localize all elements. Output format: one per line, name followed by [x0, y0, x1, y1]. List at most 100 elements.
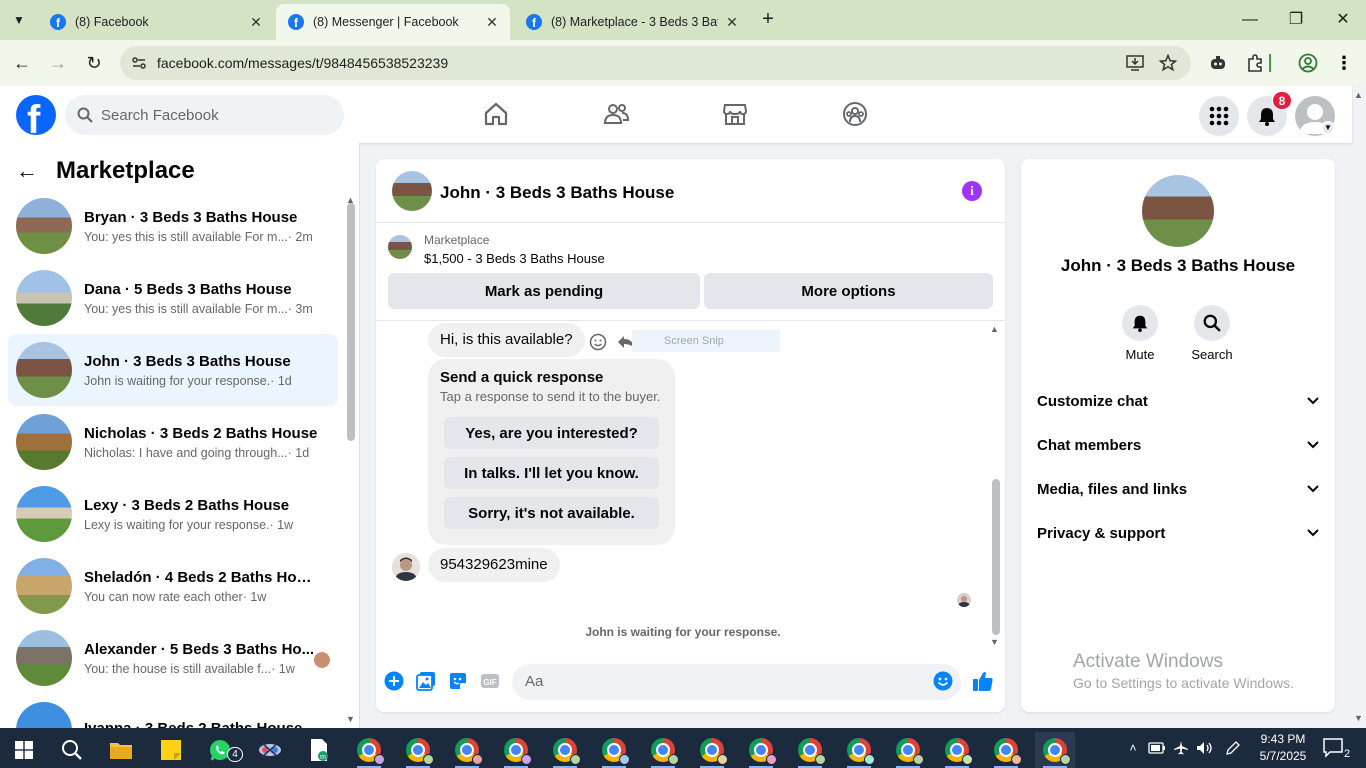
- battery-icon[interactable]: [1147, 738, 1167, 758]
- chrome-profile-icon[interactable]: [790, 732, 830, 768]
- restore-icon[interactable]: ❐: [1285, 8, 1307, 32]
- photo-icon[interactable]: [415, 670, 437, 692]
- sticker-icon[interactable]: [447, 670, 469, 692]
- menu-grid-icon[interactable]: [1199, 96, 1239, 136]
- chrome-profile-icon[interactable]: [643, 732, 683, 768]
- site-settings-icon[interactable]: [128, 52, 150, 74]
- scroll-down-arrow-icon[interactable]: ▼: [346, 714, 355, 724]
- copilot-icon[interactable]: [1207, 52, 1229, 74]
- quick-response-not-available-button[interactable]: Sorry, it's not available.: [444, 497, 659, 529]
- chat-avatar[interactable]: [392, 171, 432, 211]
- conversation-item[interactable]: Sheladón · 4 Beds 2 Baths House You can …: [8, 550, 338, 622]
- chrome-profile-icon[interactable]: [692, 732, 732, 768]
- media-files-links-row[interactable]: Media, files and links: [1037, 469, 1319, 509]
- conversation-item[interactable]: Lexy · 3 Beds 2 Baths House Lexy is wait…: [8, 478, 338, 550]
- sticky-notes-icon[interactable]: [151, 732, 191, 768]
- conversation-item-selected[interactable]: John · 3 Beds 3 Baths House John is wait…: [8, 334, 338, 406]
- chrome-profile-icon[interactable]: [937, 732, 977, 768]
- document-app-icon[interactable]: m: [299, 732, 339, 768]
- chat-members-row[interactable]: Chat members: [1037, 425, 1319, 465]
- chat-title[interactable]: John · 3 Beds 3 Baths House: [440, 183, 674, 203]
- emoji-smile-icon[interactable]: [932, 670, 954, 692]
- chrome-profile-icon[interactable]: [545, 732, 585, 768]
- privacy-support-row[interactable]: Privacy & support: [1037, 513, 1319, 553]
- conversation-item[interactable]: Nicholas · 3 Beds 2 Baths House Nicholas…: [8, 406, 338, 478]
- search-conversation-button[interactable]: Search: [1177, 305, 1247, 362]
- react-emoji-icon[interactable]: [588, 332, 608, 352]
- close-tab-icon[interactable]: ✕: [724, 14, 740, 31]
- tab-facebook[interactable]: f (8) Facebook ✕: [38, 4, 274, 40]
- show-hidden-icons-chevron-up-icon[interactable]: ˄: [1123, 738, 1143, 758]
- conversation-list-scrollbar[interactable]: [347, 203, 355, 441]
- info-icon[interactable]: i: [962, 181, 982, 201]
- chrome-profile-icon[interactable]: [986, 732, 1026, 768]
- file-explorer-icon[interactable]: [101, 732, 141, 768]
- address-bar[interactable]: facebook.com/messages/t/9848456538523239: [120, 46, 1191, 80]
- chrome-active-window-icon[interactable]: [1035, 732, 1075, 768]
- listing-title[interactable]: $1,500 - 3 Beds 3 Baths House: [424, 251, 605, 266]
- groups-icon[interactable]: [841, 100, 869, 128]
- facebook-logo[interactable]: f: [16, 95, 56, 135]
- close-tab-icon[interactable]: ✕: [248, 14, 264, 31]
- home-icon[interactable]: [482, 100, 510, 128]
- forward-arrow-icon[interactable]: →: [46, 51, 70, 75]
- reload-icon[interactable]: ↻: [82, 51, 106, 75]
- page-scroll-up-arrow-icon[interactable]: ▲: [1354, 90, 1363, 100]
- chrome-profile-icon[interactable]: [349, 732, 389, 768]
- install-app-icon[interactable]: [1125, 53, 1145, 73]
- new-tab-plus-icon[interactable]: +: [757, 8, 779, 32]
- conversation-item[interactable]: Bryan · 3 Beds 3 Baths House You: yes th…: [8, 190, 338, 262]
- conversation-item[interactable]: Ivanna · 3 Beds 2 Baths House: [8, 694, 338, 728]
- windows-start-icon[interactable]: [4, 732, 44, 768]
- tab-marketplace[interactable]: f (8) Marketplace - 3 Beds 3 Bath ✕: [514, 4, 750, 40]
- extensions-puzzle-icon[interactable]: [1244, 52, 1266, 74]
- more-options-button[interactable]: More options: [704, 273, 993, 309]
- conversation-item[interactable]: Alexander · 5 Beds 3 Baths Ho... You: th…: [8, 622, 338, 694]
- mute-button[interactable]: Mute: [1105, 305, 1175, 362]
- snipping-tool-icon[interactable]: [250, 732, 290, 768]
- contact-avatar[interactable]: [1142, 175, 1214, 247]
- tab-messenger[interactable]: f (8) Messenger | Facebook ✕: [276, 4, 510, 40]
- listing-thumbnail[interactable]: [388, 235, 412, 259]
- scroll-up-arrow-icon[interactable]: ▲: [990, 324, 999, 334]
- incoming-message-bubble[interactable]: Hi, is this available?: [428, 323, 585, 357]
- back-arrow-icon[interactable]: ←: [10, 51, 34, 75]
- chrome-profile-icon[interactable]: [594, 732, 634, 768]
- close-window-icon[interactable]: ✕: [1332, 8, 1354, 32]
- message-thread-scrollbar[interactable]: [992, 479, 1000, 635]
- profile-icon[interactable]: [1297, 52, 1319, 74]
- facebook-search-input[interactable]: Search Facebook: [65, 95, 344, 135]
- quick-response-yes-button[interactable]: Yes, are you interested?: [444, 417, 659, 449]
- scroll-down-arrow-icon[interactable]: ▼: [990, 637, 999, 647]
- chrome-profile-icon[interactable]: [447, 732, 487, 768]
- like-thumbs-up-icon[interactable]: [972, 670, 994, 692]
- chrome-profile-icon[interactable]: [398, 732, 438, 768]
- browser-menu-icon[interactable]: ⋮: [1333, 52, 1355, 74]
- close-tab-icon[interactable]: ✕: [484, 14, 500, 31]
- marketplace-icon[interactable]: [721, 100, 749, 128]
- taskbar-search-icon[interactable]: [52, 732, 92, 768]
- add-plus-icon[interactable]: [383, 670, 405, 692]
- gif-icon[interactable]: GIF: [479, 670, 501, 692]
- chrome-profile-icon[interactable]: [741, 732, 781, 768]
- quick-response-in-talks-button[interactable]: In talks. I'll let you know.: [444, 457, 659, 489]
- chrome-profile-icon[interactable]: [496, 732, 536, 768]
- back-arrow-icon[interactable]: ←: [16, 155, 48, 187]
- mark-as-pending-button[interactable]: Mark as pending: [388, 273, 700, 309]
- chrome-profile-icon[interactable]: [888, 732, 928, 768]
- message-input[interactable]: Aa: [512, 664, 961, 700]
- bookmark-star-icon[interactable]: [1158, 53, 1178, 73]
- pen-ink-icon[interactable]: [1223, 738, 1243, 758]
- tab-search-chevron-icon[interactable]: ▼: [6, 8, 32, 32]
- volume-speaker-icon[interactable]: [1195, 738, 1215, 758]
- system-clock[interactable]: 9:43 PM 5/7/2025: [1258, 731, 1308, 765]
- minimize-icon[interactable]: —: [1239, 8, 1261, 32]
- chrome-profile-icon[interactable]: [839, 732, 879, 768]
- conversation-item[interactable]: Dana · 5 Beds 3 Baths House You: yes thi…: [8, 262, 338, 334]
- action-center-icon[interactable]: 2: [1322, 737, 1350, 760]
- customize-chat-row[interactable]: Customize chat: [1037, 381, 1319, 421]
- friends-icon[interactable]: [602, 100, 630, 128]
- page-scroll-down-arrow-icon[interactable]: ▼: [1354, 713, 1363, 723]
- airplane-mode-icon[interactable]: [1171, 738, 1191, 758]
- account-chevron-down-icon[interactable]: ▼: [1321, 121, 1335, 135]
